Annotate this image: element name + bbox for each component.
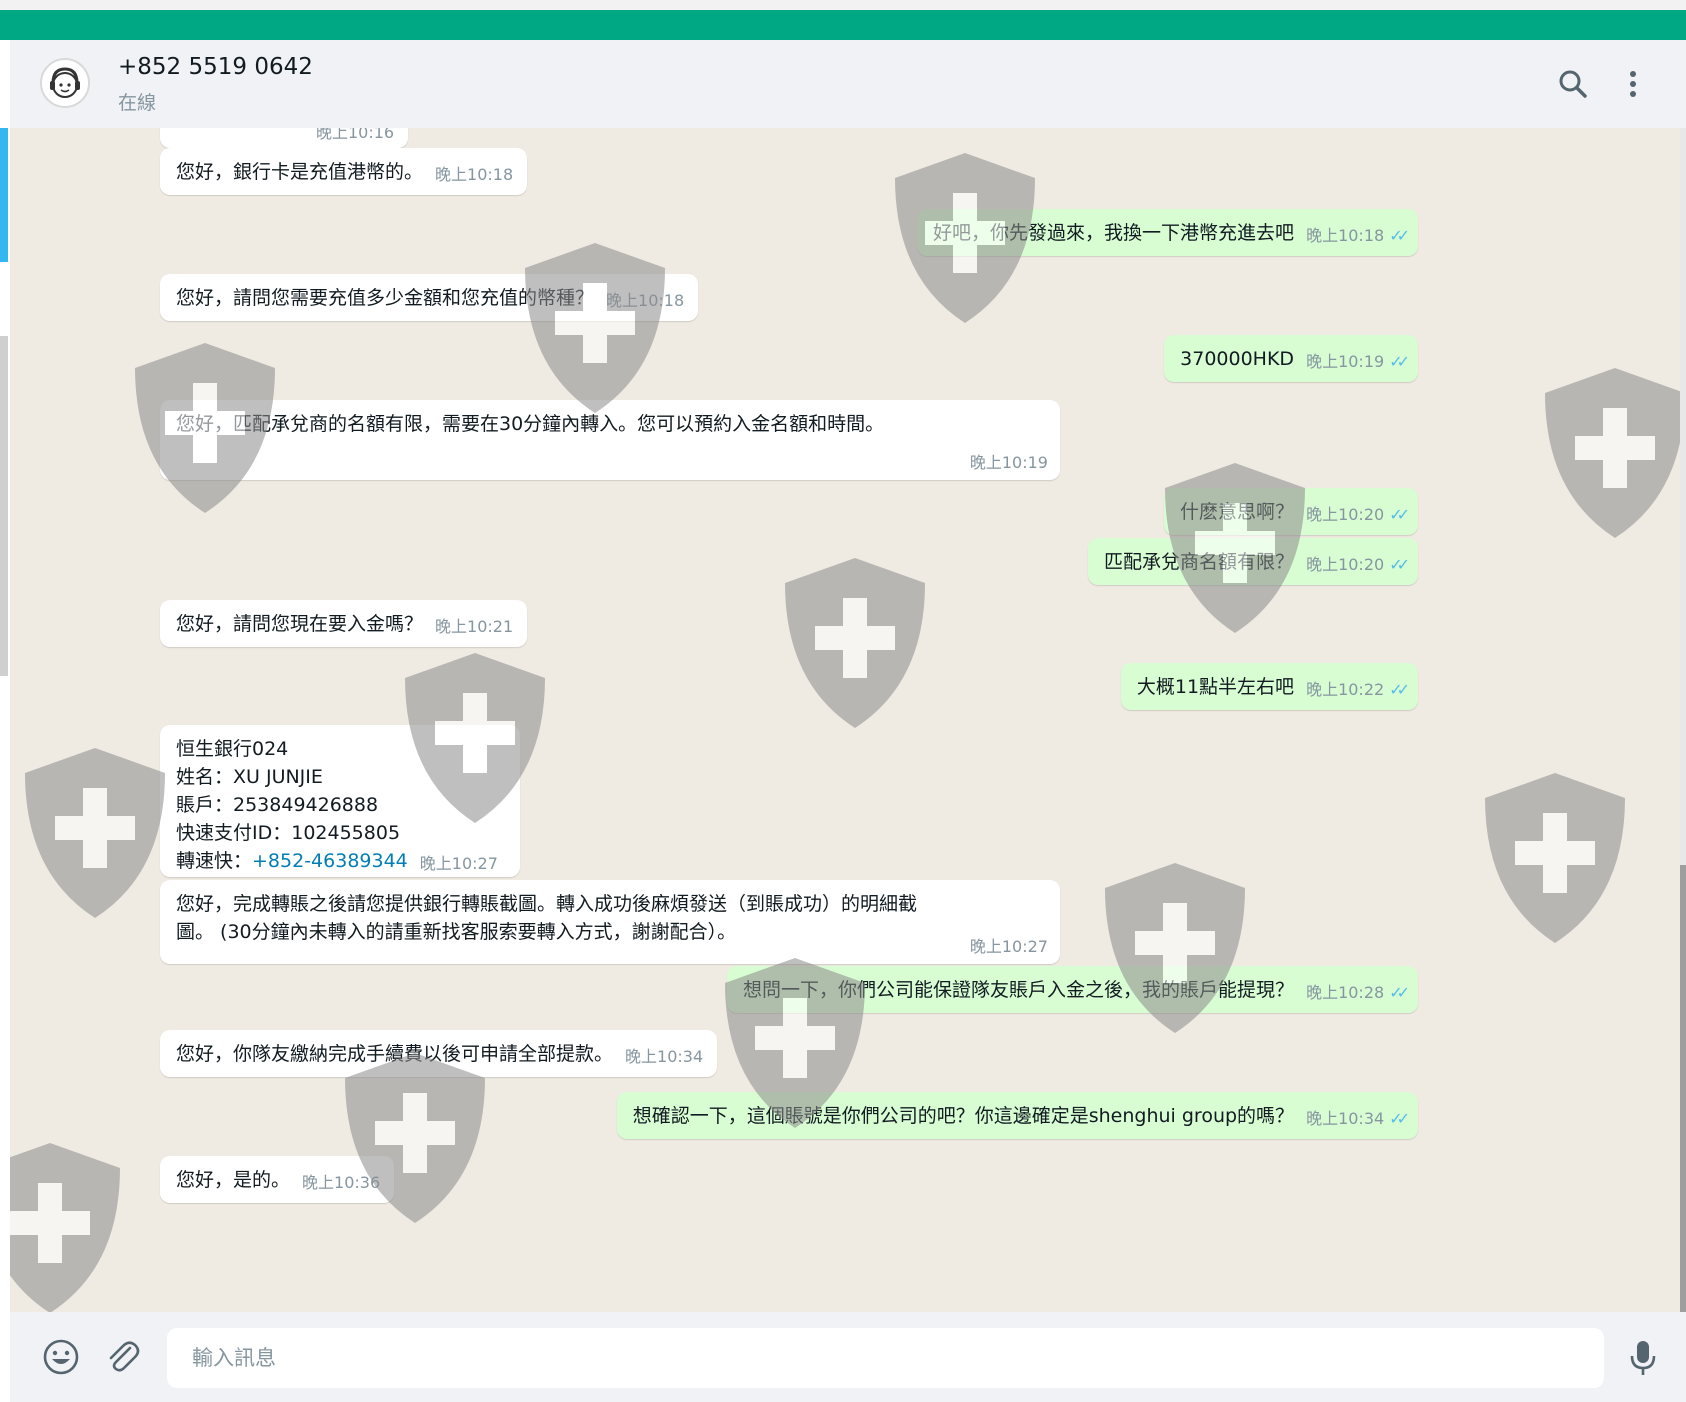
menu-icon[interactable] xyxy=(1615,66,1651,102)
message-composer: 輸入訊息 xyxy=(10,1312,1686,1402)
message-time: 晚上10:20 xyxy=(1306,555,1385,574)
chat-header[interactable]: +852 5519 0642 在線 xyxy=(10,40,1686,129)
message-input[interactable]: 輸入訊息 xyxy=(167,1328,1604,1388)
message-bubble-incoming[interactable]: 您好，請問您需要充值多少金額和您充值的幣種？ 晚上10:18 xyxy=(160,274,699,321)
message-line: 恒生銀行024 xyxy=(176,738,289,760)
message-text: 您好，銀行卡是充值港幣的。 xyxy=(176,161,424,183)
left-panel-edge xyxy=(0,128,10,1312)
emoji-icon[interactable] xyxy=(40,1336,82,1378)
message-bubble-incoming[interactable]: 您好，匹配承兌商的名額有限，需要在30分鐘內轉入。您可以預約入金名額和時間。 晚… xyxy=(160,400,1060,480)
message-text: 匹配承兌商名額有限？ xyxy=(1104,551,1295,573)
message-text: 想確認一下，這個賬號是你們公司的吧？你這邊確定是shenghui group的嗎… xyxy=(632,1105,1295,1127)
shield-watermark xyxy=(25,748,165,918)
message-time: 晚上10:28 xyxy=(1306,983,1385,1002)
message-time: 晚上10:27 xyxy=(419,854,498,873)
message-text: 恒生銀行024 姓名：XU JUNJIE 賬戶：253849426888 快速支… xyxy=(176,735,506,875)
double-check-icon: ✓✓ xyxy=(1389,505,1410,524)
avatar-icon[interactable] xyxy=(40,58,90,108)
message-time: 晚上10:20 xyxy=(1306,505,1385,524)
message-time: 晚上10:18 xyxy=(1306,226,1385,245)
double-check-icon: ✓✓ xyxy=(1389,352,1410,371)
message-time: 晚上10:19 xyxy=(1306,352,1385,371)
message-text: 您好，匹配承兌商的名額有限，需要在30分鐘內轉入。您可以預約入金名額和時間。 xyxy=(176,413,885,435)
message-bubble-incoming[interactable]: 恒生銀行024 姓名：XU JUNJIE 賬戶：253849426888 快速支… xyxy=(160,725,520,877)
message-bubble-outgoing[interactable]: 什麽意思啊？ 晚上10:20 ✓✓ xyxy=(1164,488,1418,535)
browser-top-strip xyxy=(0,0,1686,10)
message-text: 370000HKD xyxy=(1180,348,1295,370)
message-bubble-outgoing[interactable]: 匹配承兌商名額有限？ 晚上10:20 ✓✓ xyxy=(1088,538,1418,585)
app-accent-bar xyxy=(0,10,1686,40)
message-bubble-outgoing[interactable]: 好吧，你先發過來，我換一下港幣充進去吧 晚上10:18 ✓✓ xyxy=(917,209,1418,256)
message-text: 您好，完成轉賬之後請您提供銀行轉賬截圖。轉入成功後麻煩發送（到賬成功）的明細截 … xyxy=(176,890,1046,946)
message-text: 您好，你隊友繳納完成手續費以後可申請全部提款。 xyxy=(176,1043,614,1065)
message-bubble-outgoing[interactable]: 大概11點半左右吧 晚上10:22 ✓✓ xyxy=(1120,663,1418,710)
message-text: 想問一下，你們公司能保證隊友賬戶入金之後，我的賬戶能提現？ xyxy=(743,979,1295,1001)
message-list[interactable]: 晚上10:16 您好，銀行卡是充值港幣的。 晚上10:18 好吧，你先發過來，我換… xyxy=(10,128,1680,1312)
message-line: 快速支付ID：102455805 xyxy=(176,822,401,844)
chat-scrollbar-thumb[interactable] xyxy=(1680,865,1686,1315)
message-line: 轉速快： xyxy=(176,850,253,872)
double-check-icon: ✓✓ xyxy=(1389,226,1410,245)
shield-watermark xyxy=(1545,368,1680,538)
message-bubble-incoming[interactable]: 您好，你隊友繳納完成手續費以後可申請全部提款。 晚上10:34 xyxy=(160,1030,718,1077)
message-time: 晚上10:18 xyxy=(435,165,514,184)
shield-watermark xyxy=(785,558,925,728)
message-time: 晚上10:18 xyxy=(606,291,685,310)
message-time: 晚上10:21 xyxy=(435,617,514,636)
message-time: 晚上10:22 xyxy=(1306,680,1385,699)
message-time: 晚上10:34 xyxy=(625,1047,704,1066)
message-bubble-incoming[interactable]: 您好，是的。 晚上10:36 xyxy=(160,1156,395,1203)
contact-name[interactable]: +852 5519 0642 xyxy=(118,54,313,80)
double-check-icon: ✓✓ xyxy=(1389,555,1410,574)
message-bubble-incoming[interactable]: 您好，請問您現在要入金嗎？ 晚上10:21 xyxy=(160,600,528,647)
message-text: 您好，請問您需要充值多少金額和您充值的幣種？ xyxy=(176,287,595,309)
message-line: 您好，完成轉賬之後請您提供銀行轉賬截圖。轉入成功後麻煩發送（到賬成功）的明細截 xyxy=(176,893,918,915)
message-bubble-outgoing[interactable]: 370000HKD 晚上10:19 ✓✓ xyxy=(1164,335,1418,382)
message-bubble-incoming[interactable]: 您好，完成轉賬之後請您提供銀行轉賬截圖。轉入成功後麻煩發送（到賬成功）的明細截 … xyxy=(160,880,1060,964)
mic-icon[interactable] xyxy=(1622,1336,1664,1378)
message-time: 晚上10:27 xyxy=(969,937,1048,956)
message-time: 晚上10:34 xyxy=(1306,1109,1385,1128)
message-line: 姓名：XU JUNJIE xyxy=(176,766,323,788)
left-panel-scroll[interactable] xyxy=(0,336,8,676)
double-check-icon: ✓✓ xyxy=(1389,1109,1410,1128)
message-time: 晚上10:19 xyxy=(969,453,1048,472)
message-bubble-outgoing[interactable]: 想問一下，你們公司能保證隊友賬戶入金之後，我的賬戶能提現？ 晚上10:28 ✓✓ xyxy=(727,966,1418,1013)
shield-watermark xyxy=(10,1143,120,1312)
phone-link[interactable]: +852-46389344 xyxy=(252,850,408,872)
message-text: 您好，是的。 xyxy=(176,1169,291,1191)
message-bubble-outgoing[interactable]: 想確認一下，這個賬號是你們公司的吧？你這邊確定是shenghui group的嗎… xyxy=(616,1092,1418,1139)
message-bubble-incoming[interactable]: 晚上10:16 xyxy=(160,128,409,148)
message-line: 圖。 (30分鐘內未轉入的請重新找客服索要轉入方式，謝謝配合）。 xyxy=(176,921,737,943)
message-time: 晚上10:16 xyxy=(316,128,395,142)
message-line: 賬戶：253849426888 xyxy=(176,794,379,816)
shield-watermark xyxy=(1485,773,1625,943)
message-bubble-incoming[interactable]: 您好，銀行卡是充值港幣的。 晚上10:18 xyxy=(160,148,528,195)
double-check-icon: ✓✓ xyxy=(1389,983,1410,1002)
attach-icon[interactable] xyxy=(102,1336,144,1378)
search-icon[interactable] xyxy=(1555,66,1591,102)
contact-status: 在線 xyxy=(118,92,157,114)
message-text: 您好，請問您現在要入金嗎？ xyxy=(176,613,424,635)
shield-watermark xyxy=(525,243,665,413)
message-text: 大概11點半左右吧 xyxy=(1136,676,1295,698)
left-panel-accent xyxy=(0,128,8,262)
double-check-icon: ✓✓ xyxy=(1389,680,1410,699)
message-time: 晚上10:36 xyxy=(302,1173,381,1192)
message-text: 什麽意思啊？ xyxy=(1180,501,1295,523)
message-text: 好吧，你先發過來，我換一下港幣充進去吧 xyxy=(933,222,1295,244)
